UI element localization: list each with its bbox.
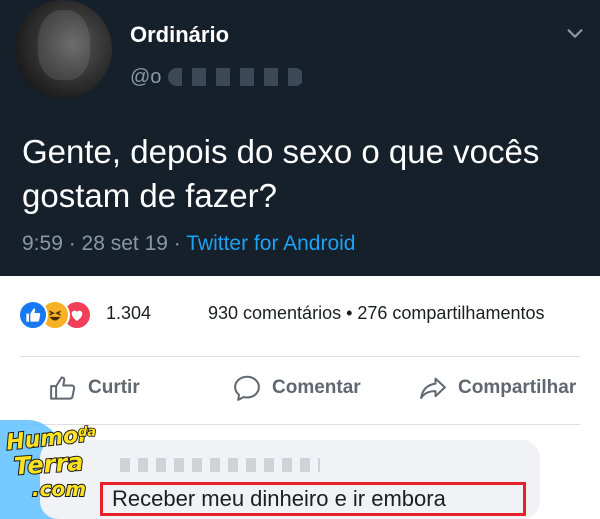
reaction-icons[interactable]: [18, 300, 102, 330]
avatar[interactable]: [14, 0, 112, 98]
tweet-meta: 9:59 · 28 set 19 · Twitter for Android: [22, 232, 356, 256]
tweet-date: 28 set 19: [81, 232, 168, 255]
divider: [20, 356, 580, 357]
tweet-source-link[interactable]: Twitter for Android: [186, 232, 355, 255]
svg-text:.com: .com: [32, 477, 86, 501]
tweet-text: Gente, depois do sexo o que vocês gostam…: [22, 133, 540, 214]
svg-text:da: da: [78, 425, 96, 440]
blurred-handle: [168, 68, 304, 86]
like-icon: [18, 300, 48, 330]
chevron-down-icon[interactable]: [564, 22, 586, 44]
comment-bubble-icon: [234, 375, 260, 401]
share-arrow-icon: [420, 377, 446, 399]
reaction-count[interactable]: 1.304: [106, 303, 151, 324]
tweet-time: 9:59: [22, 232, 63, 255]
like-button[interactable]: Curtir: [48, 370, 140, 406]
meta-separator: ·: [173, 232, 187, 255]
svg-text:Terra: Terra: [13, 448, 84, 481]
share-button-label: Compartilhar: [458, 377, 577, 398]
meta-separator: ·: [68, 232, 82, 255]
thumbs-up-icon: [50, 376, 76, 400]
share-button[interactable]: Compartilhar: [418, 370, 576, 406]
tweet-card: Ordinário @o Gente, depois do sexo o que…: [0, 0, 600, 276]
comment-text: Receber meu dinheiro e ir embora: [112, 486, 446, 511]
handle[interactable]: @o: [130, 66, 161, 89]
comment-button-label: Comentar: [272, 377, 361, 398]
display-name[interactable]: Ordinário: [130, 22, 229, 48]
comment-share-stats[interactable]: 930 comentários • 276 compartilhamentos: [208, 303, 544, 324]
humor-da-terra-logo: Humor da Terra .com: [4, 421, 97, 502]
like-button-label: Curtir: [88, 377, 140, 398]
blurred-commenter-name: [120, 458, 320, 472]
comment-button[interactable]: Comentar: [232, 370, 361, 406]
reactions-bar: 1.304 930 comentários • 276 compartilham…: [0, 276, 600, 356]
